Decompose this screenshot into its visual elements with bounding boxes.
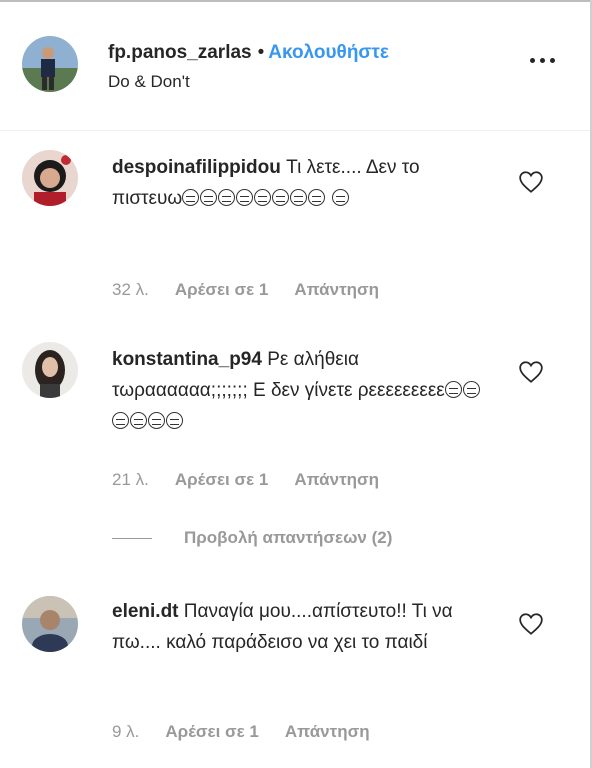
comment-time[interactable]: 21 λ.: [112, 470, 149, 489]
laughing-emoji-icon: [218, 189, 236, 206]
heart-icon[interactable]: [518, 612, 544, 636]
comment-text: eleni.dt Παναγία μου....απίστευτο!! Τι ν…: [112, 596, 492, 658]
laughing-emoji-icon: [112, 412, 129, 429]
view-replies-button[interactable]: Προβολή απαντήσεων (2): [112, 528, 392, 548]
author-avatar[interactable]: [22, 36, 78, 92]
author-line: fp.panos_zarlas • Ακολουθήστε: [108, 42, 389, 64]
separator-dot: •: [257, 42, 265, 63]
laughing-emoji-icon: [290, 189, 308, 206]
heart-icon[interactable]: [518, 360, 544, 384]
commenter-avatar[interactable]: [22, 596, 78, 652]
laughing-emoji-icon: [236, 189, 254, 206]
comment-text: konstantina_p94 Ρε αλήθεια τωραααααα;;;;…: [112, 344, 492, 437]
commenter-username[interactable]: despoinafilippidou: [112, 157, 281, 178]
laughing-emoji-icon: [254, 189, 272, 206]
laughing-emoji-icon: [182, 189, 200, 206]
commenter-username[interactable]: konstantina_p94: [112, 349, 262, 370]
comment-meta: 32 λ. Αρέσει σε 1 Απάντηση: [112, 280, 405, 300]
comment-meta: 9 λ. Αρέσει σε 1 Απάντηση: [112, 722, 396, 742]
heart-icon[interactable]: [518, 170, 544, 194]
likes-count-button[interactable]: Αρέσει σε 1: [165, 722, 258, 741]
follow-button[interactable]: Ακολουθήστε: [268, 42, 389, 63]
laughing-emoji-icon: [462, 381, 480, 398]
comment-meta: 21 λ. Αρέσει σε 1 Απάντηση: [112, 470, 405, 490]
likes-count-button[interactable]: Αρέσει σε 1: [175, 470, 268, 489]
laughing-emoji-icon: [200, 189, 218, 206]
laughing-emoji-icon: [331, 189, 349, 206]
reply-button[interactable]: Απάντηση: [294, 470, 379, 489]
post-location[interactable]: Do & Don't: [108, 72, 190, 92]
comment-text: despoinafilippidou Τι λετε.... Δεν το πι…: [112, 152, 492, 214]
reply-button[interactable]: Απάντηση: [294, 280, 379, 299]
laughing-emoji-icon: [272, 189, 290, 206]
laughing-emoji-icon: [148, 412, 165, 429]
laughing-emoji-icon: [166, 412, 183, 429]
more-options-icon[interactable]: [530, 58, 555, 63]
commenter-avatar[interactable]: [22, 150, 78, 206]
laughing-emoji-icon: [130, 412, 147, 429]
emoji-row: [182, 188, 349, 209]
commenter-username[interactable]: eleni.dt: [112, 601, 179, 622]
view-replies-label: Προβολή απαντήσεων (2): [184, 528, 393, 547]
comment-time[interactable]: 32 λ.: [112, 280, 149, 299]
replies-divider: [112, 537, 152, 539]
commenter-avatar[interactable]: [22, 342, 78, 398]
author-username[interactable]: fp.panos_zarlas: [108, 42, 252, 63]
reply-button[interactable]: Απάντηση: [285, 722, 370, 741]
laughing-emoji-icon: [308, 189, 326, 206]
laughing-emoji-icon: [444, 381, 462, 398]
post-header: fp.panos_zarlas • Ακολουθήστε Do & Don't: [0, 2, 590, 131]
comment-time[interactable]: 9 λ.: [112, 722, 139, 741]
likes-count-button[interactable]: Αρέσει σε 1: [175, 280, 268, 299]
